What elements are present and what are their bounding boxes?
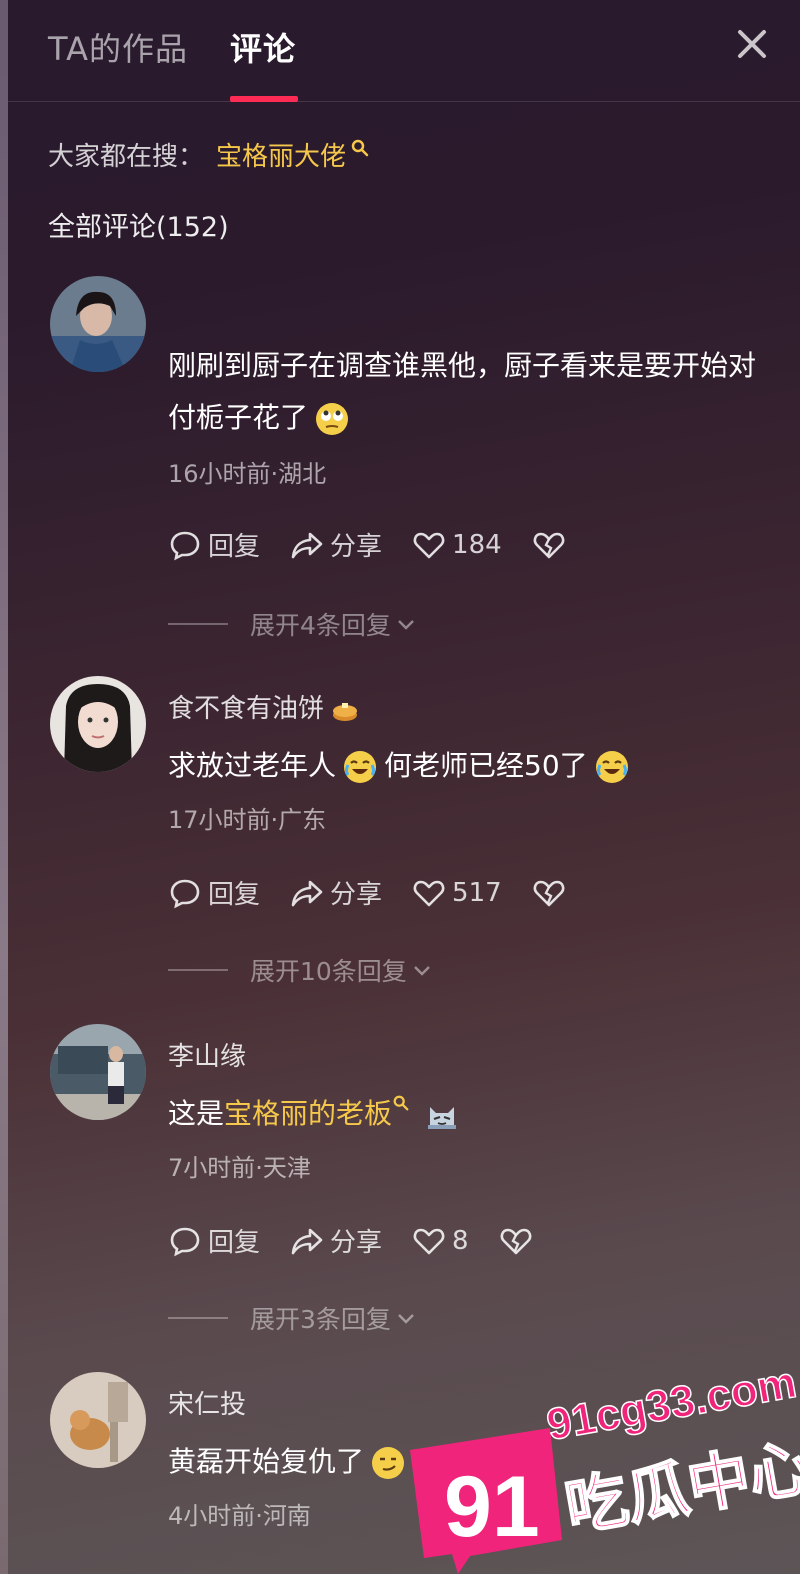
comment-actions: 回复 分享 8 (168, 1222, 569, 1259)
avatar[interactable] (50, 276, 146, 372)
watermark-logo: 91 91cg33.com 吃瓜中心 (410, 1357, 800, 1574)
comment-text: 刚刷到厨子在调查谁黑他，厨子看来是要开始对付栀子花了 (168, 340, 768, 444)
share-icon (291, 532, 323, 558)
avatar-image (50, 676, 146, 772)
avatar[interactable] (50, 1024, 146, 1120)
tab-works[interactable]: TA的作品 (48, 24, 188, 70)
cat-emoji-icon (428, 1107, 457, 1129)
reply-button[interactable]: 回复 (168, 1222, 260, 1259)
search-icon (351, 139, 369, 156)
reply-icon (170, 1227, 200, 1256)
comment-meta: 4小时前·河南 (168, 1502, 311, 1530)
divider-line (168, 623, 228, 625)
share-icon (291, 1228, 323, 1254)
crying-laughing-emoji-icon (595, 751, 628, 783)
dislike-button[interactable] (532, 528, 572, 562)
dislike-button[interactable] (532, 876, 572, 910)
comment-actions: 回复 分享 184 (168, 526, 602, 563)
tab-comments[interactable]: 评论 (230, 24, 296, 70)
avatar[interactable] (50, 676, 146, 772)
chevron-down-icon (398, 1314, 414, 1324)
search-icon (393, 1095, 409, 1111)
share-button[interactable]: 分享 (290, 526, 382, 563)
like-button[interactable]: 8 (412, 1224, 469, 1258)
trending-search-label: 大家都在搜： (48, 142, 205, 172)
reply-icon (170, 879, 200, 908)
heart-icon (413, 880, 445, 906)
divider-line (168, 1317, 228, 1319)
comment-text: 求放过老年人 何老师已经50了 (168, 740, 768, 792)
comments-total: 全部评论(152) (48, 212, 229, 243)
comment-username[interactable]: 宋仁投 (168, 1384, 246, 1421)
like-button[interactable]: 184 (412, 528, 502, 562)
comment-search-link[interactable]: 宝格丽的老板 (224, 1097, 392, 1130)
reply-icon (170, 531, 200, 560)
avatar[interactable] (50, 1372, 146, 1468)
chevron-down-icon (398, 620, 414, 630)
like-count: 184 (452, 529, 502, 560)
comment-meta: 16小时前·湖北 (168, 460, 327, 488)
avatar-image (50, 276, 146, 372)
reply-button[interactable]: 回复 (168, 526, 260, 563)
comment-meta: 7小时前·天津 (168, 1154, 311, 1182)
trending-search-keyword[interactable]: 宝格丽大佬 (216, 136, 346, 173)
active-tab-indicator (230, 96, 298, 102)
share-button[interactable]: 分享 (290, 874, 382, 911)
avatar-image (50, 1024, 146, 1120)
share-icon (291, 880, 323, 906)
comment-actions: 回复 分享 517 (168, 874, 602, 911)
crying-laughing-emoji-icon (344, 751, 377, 783)
close-icon (738, 30, 766, 58)
divider-line (168, 969, 228, 971)
left-edge (0, 0, 8, 1574)
header: TA的作品 评论 (8, 0, 800, 102)
rolling-eyes-emoji-icon (316, 403, 349, 435)
heart-icon (413, 1228, 445, 1254)
close-button[interactable] (732, 24, 772, 64)
like-count: 517 (452, 877, 502, 908)
watermark-number: 91 (444, 1459, 540, 1555)
broken-heart-icon (533, 532, 565, 558)
pancake-emoji-icon (333, 702, 358, 721)
avatar-image (50, 1372, 146, 1468)
dislike-button[interactable] (499, 1224, 539, 1258)
expand-replies-button[interactable]: 展开10条回复 (168, 952, 433, 988)
like-button[interactable]: 517 (412, 876, 502, 910)
broken-heart-icon (533, 880, 565, 906)
reply-button[interactable]: 回复 (168, 874, 260, 911)
comment-text: 这是宝格丽的老板 (168, 1088, 768, 1140)
broken-heart-icon (500, 1228, 531, 1254)
expand-replies-button[interactable]: 展开4条回复 (168, 606, 417, 642)
watermark-name: 吃瓜中心 (560, 1430, 800, 1545)
watermark-domain: 91cg33.com (543, 1358, 800, 1450)
trending-search: 大家都在搜： 宝格丽大佬 (48, 136, 370, 173)
comment-meta: 17小时前·广东 (168, 806, 327, 834)
like-count: 8 (452, 1225, 469, 1256)
chevron-down-icon (413, 966, 430, 976)
expand-replies-button[interactable]: 展开3条回复 (168, 1300, 417, 1336)
share-button[interactable]: 分享 (290, 1222, 382, 1259)
comment-username[interactable]: 食不食有油饼 (168, 688, 366, 725)
comment-username[interactable]: 李山缘 (168, 1036, 246, 1073)
heart-icon (413, 532, 445, 558)
